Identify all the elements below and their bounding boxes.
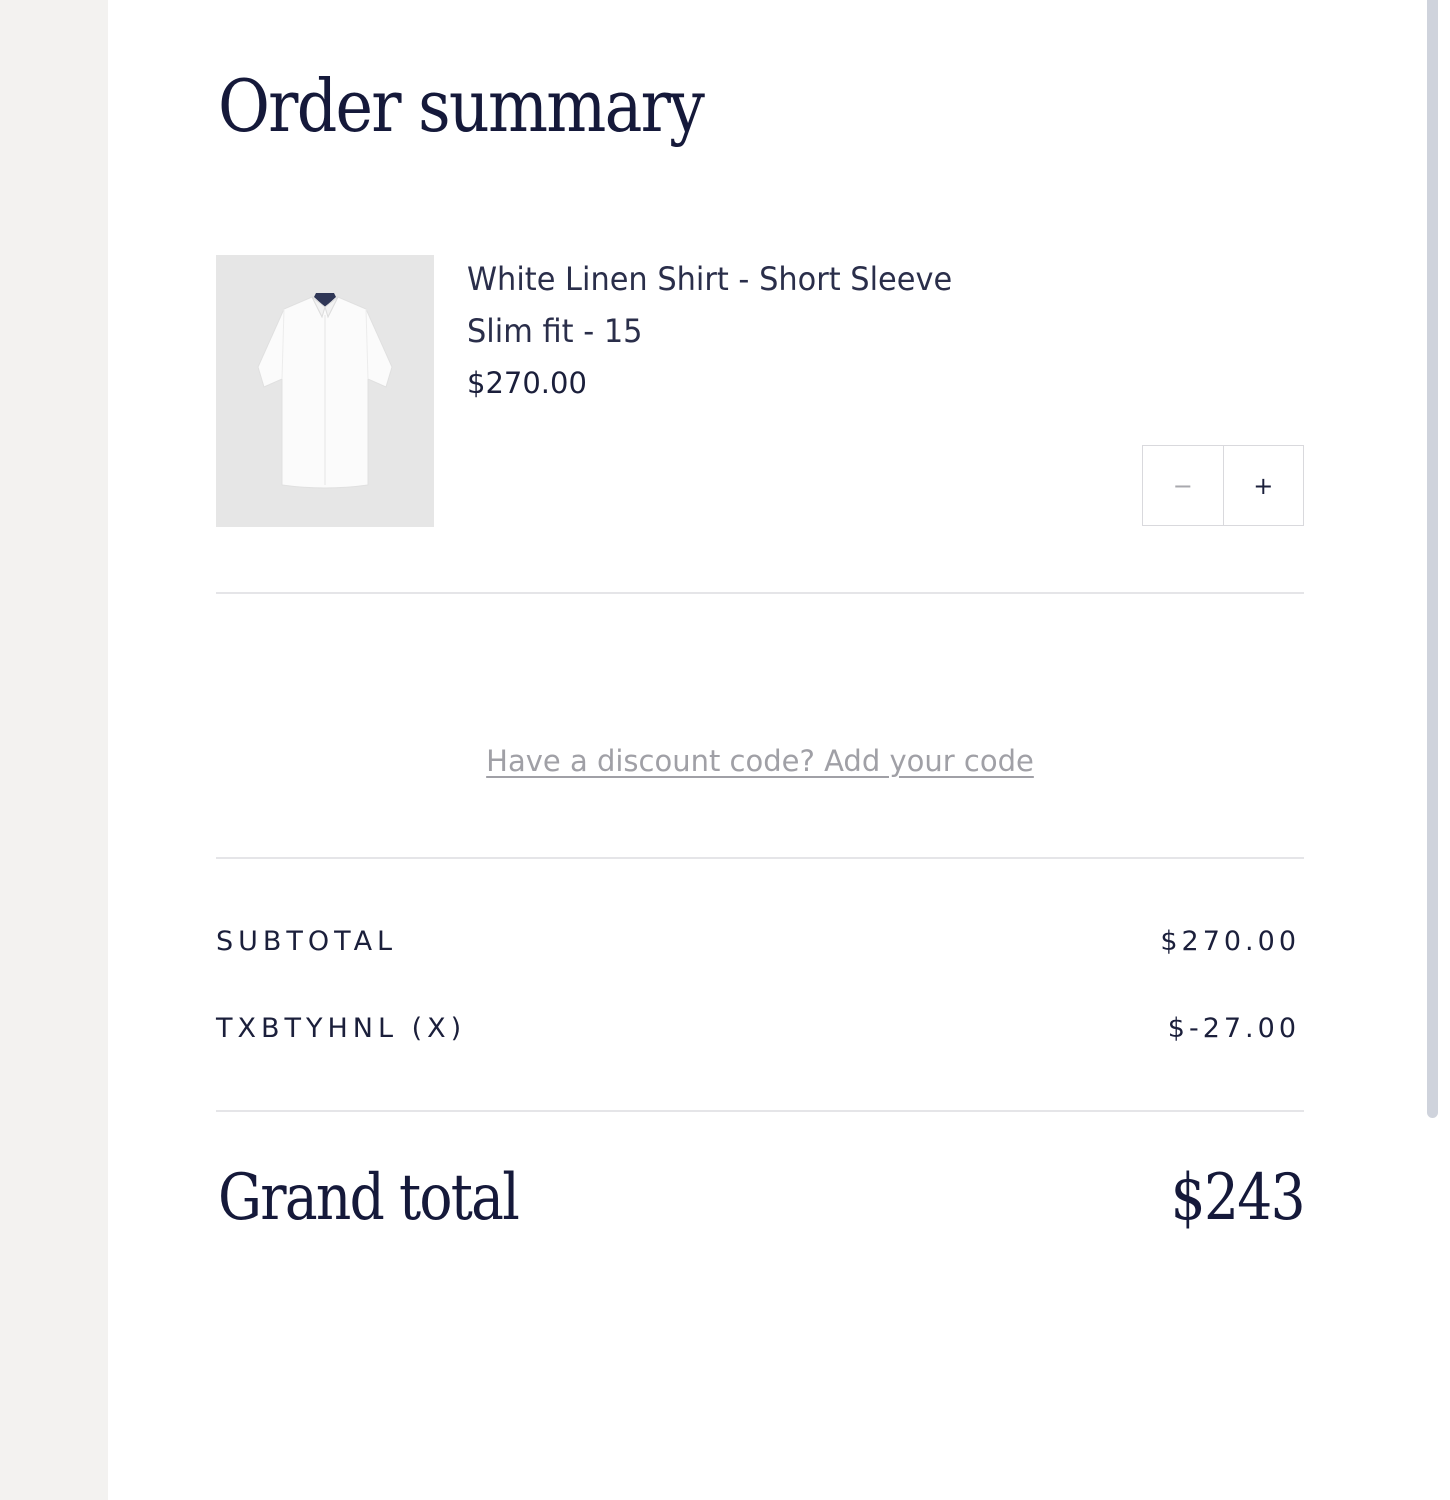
discount-label: TXBTYHNL (X) <box>216 1013 467 1044</box>
discount-code-link[interactable]: Have a discount code? Add your code <box>0 744 1450 778</box>
subtotal-value: $270.00 <box>1160 926 1300 957</box>
product-variant: Slim fit - 15 <box>467 312 643 350</box>
quantity-stepper: − + <box>1142 445 1304 526</box>
product-image[interactable] <box>216 255 434 527</box>
product-price: $270.00 <box>467 366 587 400</box>
divider <box>216 1110 1304 1112</box>
product-name[interactable]: White Linen Shirt - Short Sleeve <box>467 260 952 298</box>
divider <box>216 592 1304 594</box>
increment-button[interactable]: + <box>1223 445 1304 526</box>
grand-total-label: Grand total <box>218 1161 520 1235</box>
shirt-icon <box>257 293 393 489</box>
grand-total-value: $243 <box>1170 1161 1306 1235</box>
decrement-button[interactable]: − <box>1142 445 1224 526</box>
scrollbar-thumb[interactable] <box>1427 0 1438 1118</box>
discount-value: $-27.00 <box>1167 1013 1300 1044</box>
subtotal-label: SUBTOTAL <box>216 926 398 957</box>
divider <box>216 857 1304 859</box>
page-title: Order summary <box>218 64 705 148</box>
